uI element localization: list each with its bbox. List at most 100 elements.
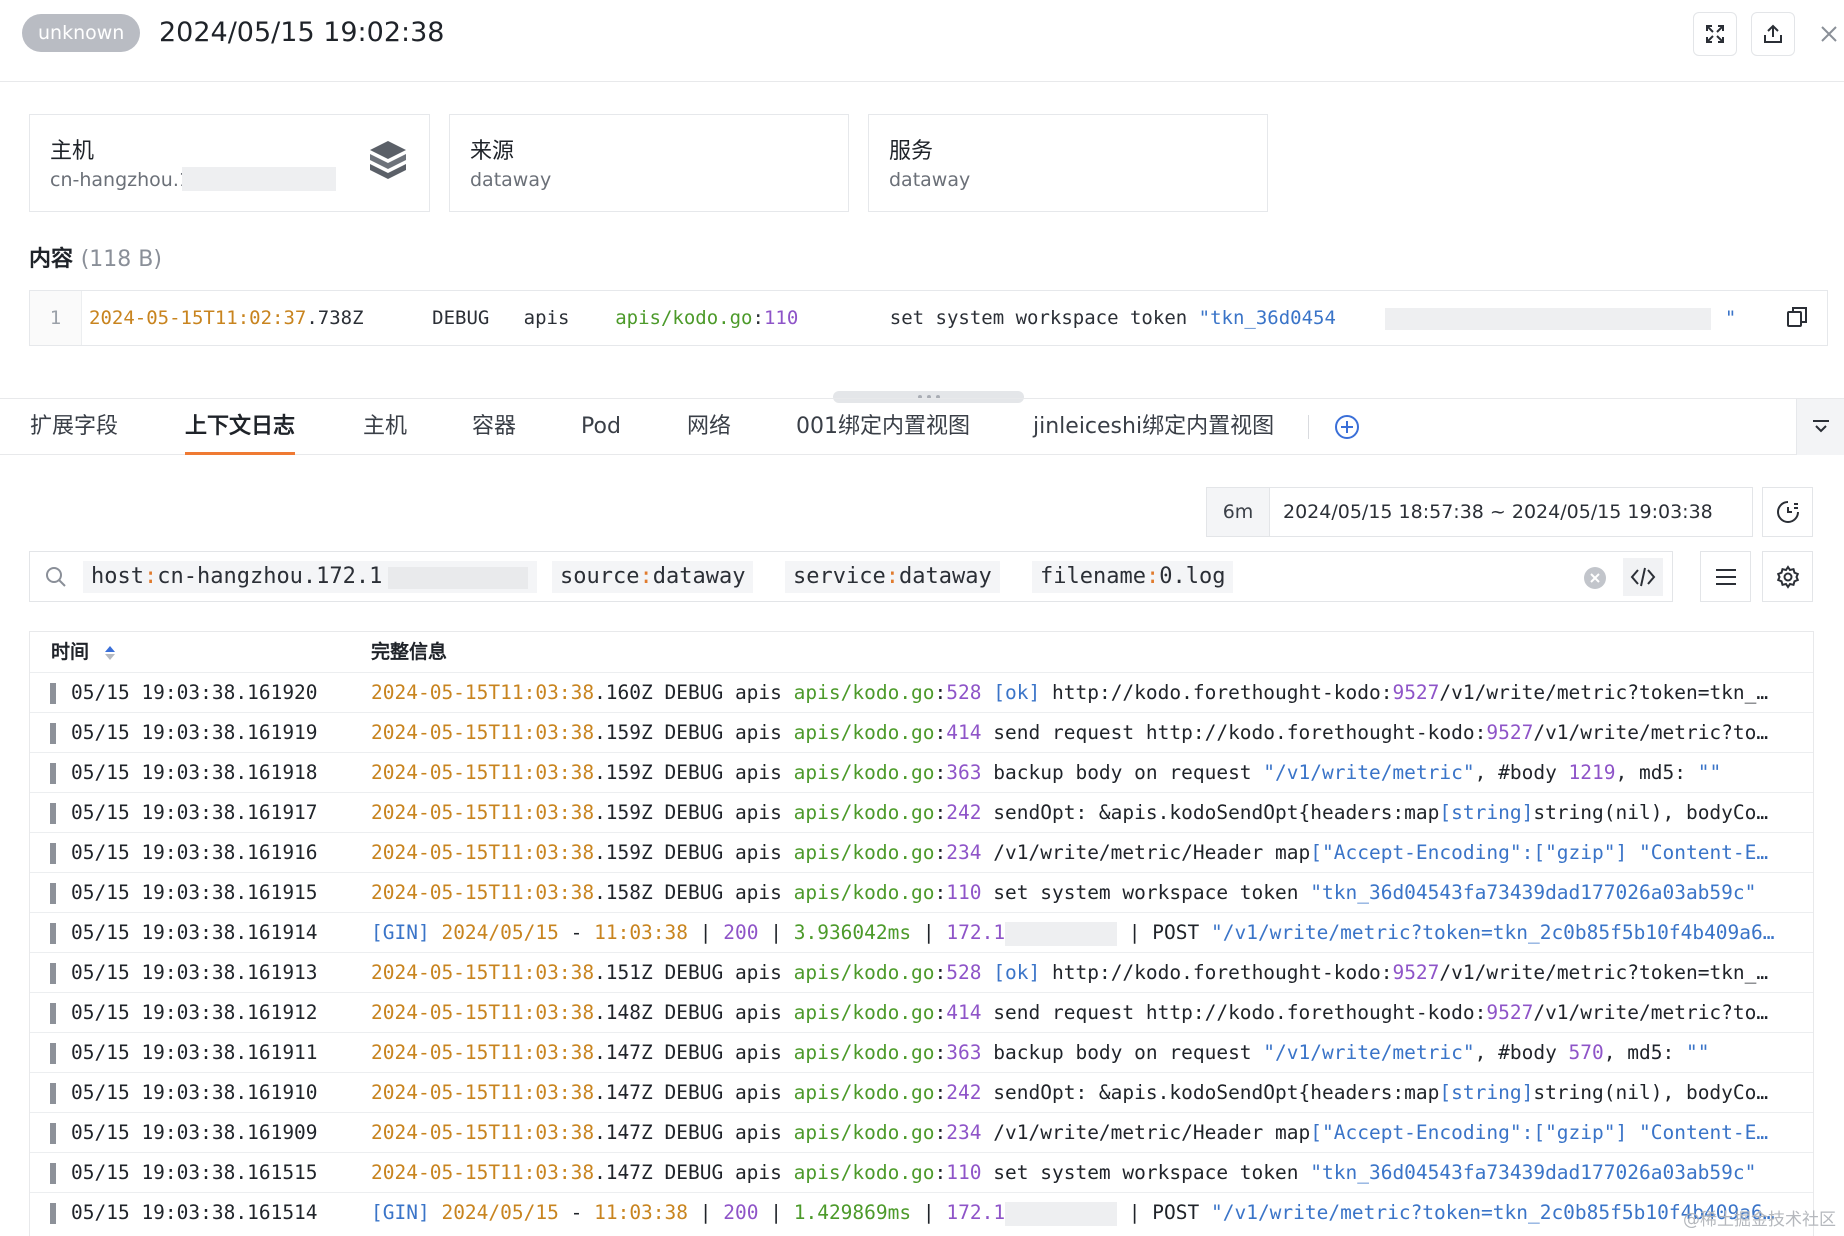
search-bar[interactable]: host:cn-hangzhou.172.1 source:dataway se… (29, 551, 1673, 602)
tab-container[interactable]: 容器 (472, 399, 516, 455)
message-segment: 9527 (1392, 681, 1440, 704)
message-segment: : (934, 881, 947, 904)
watermark: @稀土掘金技术社区 (1683, 1210, 1836, 1230)
message-segment: 570 (1568, 1041, 1604, 1064)
message-segment: 200 (723, 1201, 759, 1224)
table-row[interactable]: 05/15 19:03:38.161911 2024-05-15T11:03:38… (30, 1032, 1813, 1072)
expand-icon (1706, 25, 1724, 43)
message-segment: | (911, 1201, 947, 1224)
message-segment: 528 (946, 681, 982, 704)
table-row[interactable]: 05/15 19:03:38.161913 2024-05-15T11:03:38… (30, 952, 1813, 992)
time-range-short[interactable]: 6m (1207, 488, 1270, 536)
content-title: 内容 (29, 247, 74, 272)
message-segment: string(nil), bodyCo… (1533, 801, 1769, 824)
message-segment: apis/kodo.go (793, 761, 935, 784)
cube-stack-icon (370, 141, 406, 179)
tab-001-view[interactable]: 001绑定内置视图 (796, 399, 970, 455)
tab-jinleiceshi-view[interactable]: jinleiceshi绑定内置视图 (1033, 399, 1274, 455)
message-segment: apis/kodo.go (793, 801, 935, 824)
message-segment: .147Z DEBUG apis (594, 1121, 794, 1144)
message-segment: 2024-05-15T11:03:38 (371, 761, 595, 784)
table-row[interactable]: 05/15 19:03:38.161918 2024-05-15T11:03:38… (30, 752, 1813, 792)
message-segment: http://kodo.forethought-kodo: (1040, 681, 1393, 704)
row-status-marker (50, 683, 56, 704)
table-row[interactable]: 05/15 19:03:38.161917 2024-05-15T11:03:38… (30, 792, 1813, 832)
message-segment: 2024-05-15T11:03:38 (371, 1161, 595, 1184)
message-segment: /v1/write/metric/Header map (981, 841, 1311, 864)
list-view-button[interactable] (1700, 551, 1751, 602)
content-segment: 110 (763, 307, 799, 329)
row-time: 05/15 19:03:38.161917 (71, 801, 318, 824)
tab-collapse-button[interactable] (1796, 399, 1844, 455)
code-mode-button[interactable] (1623, 558, 1663, 596)
message-segment: .148Z DEBUG apis (594, 1001, 794, 1024)
row-message: 2024-05-15T11:03:38.159Z DEBUG apis apis… (371, 753, 1783, 792)
time-range-text[interactable]: 2024/05/15 18:57:38 ~ 2024/05/15 19:03:3… (1283, 488, 1713, 536)
table-row[interactable]: 05/15 19:03:38.161920 2024-05-15T11:03:38… (30, 672, 1813, 712)
row-message: [GIN] 2024/05/15 - 11:03:38 | 200 | 1.42… (371, 1193, 1783, 1232)
close-button[interactable] (1814, 16, 1844, 52)
settings-button[interactable] (1762, 551, 1813, 602)
history-button[interactable] (1762, 487, 1813, 537)
table-row[interactable]: 05/15 19:03:38.161916 2024-05-15T11:03:38… (30, 832, 1813, 872)
clear-search-button[interactable] (1584, 567, 1606, 589)
log-timestamp: 2024/05/15 19:02:38 (159, 17, 445, 48)
filter-chip-service[interactable]: service:dataway (785, 561, 1000, 593)
table-row[interactable]: 05/15 19:03:38.161909 2024-05-15T11:03:38… (30, 1112, 1813, 1152)
plus-circle-icon[interactable] (1334, 414, 1360, 440)
table-row[interactable]: 05/15 19:03:38.161910 2024-05-15T11:03:38… (30, 1072, 1813, 1112)
message-segment: .159Z DEBUG apis (594, 761, 794, 784)
message-segment: ["Accept-Encoding":["gzip"] (1310, 1121, 1628, 1144)
column-header-time[interactable]: 时间 (51, 632, 116, 672)
message-segment: | (758, 1201, 794, 1224)
copy-icon[interactable] (1785, 305, 1809, 329)
row-status-marker (50, 723, 56, 744)
message-segment: 172.1 (946, 921, 1006, 944)
message-segment: set system workspace token (981, 1161, 1311, 1184)
message-segment: : (934, 1121, 947, 1144)
table-row[interactable]: 05/15 19:03:38.161914 [GIN] 2024/05/15 - … (30, 912, 1813, 952)
table-row[interactable]: 05/15 19:03:38.161912 2024-05-15T11:03:38… (30, 992, 1813, 1032)
message-segment: set system workspace token (981, 881, 1311, 904)
fullscreen-button[interactable] (1693, 12, 1737, 56)
row-message: 2024-05-15T11:03:38.159Z DEBUG apis apis… (371, 713, 1783, 752)
row-message: 2024-05-15T11:03:38.147Z DEBUG apis apis… (371, 1113, 1783, 1152)
tab-network[interactable]: 网络 (687, 399, 731, 455)
row-message: 2024-05-15T11:03:38.147Z DEBUG apis apis… (371, 1033, 1783, 1072)
message-segment: 2024-05-15T11:03:38 (371, 721, 595, 744)
table-row[interactable]: 05/15 19:03:38.161514 [GIN] 2024/05/15 - … (30, 1192, 1813, 1232)
table-row[interactable]: 05/15 19:03:38.161915 2024-05-15T11:03:38… (30, 872, 1813, 912)
sort-icon[interactable] (104, 644, 116, 662)
message-segment: | (688, 1201, 724, 1224)
table-row[interactable]: 05/15 19:03:38.161515 2024-05-15T11:03:38… (30, 1152, 1813, 1192)
filter-chip-source[interactable]: source:dataway (552, 561, 754, 593)
host-card-value: cn-hangzhou.1 (50, 169, 191, 191)
filter-chip-filename[interactable]: filename:0.log (1032, 561, 1234, 593)
content-segment: : (752, 307, 764, 329)
row-message: 2024-05-15T11:03:38.147Z DEBUG apis apis… (371, 1153, 1783, 1192)
tab-context-logs[interactable]: 上下文日志 (185, 399, 296, 455)
table-row[interactable]: 05/15 19:03:38.161919 2024-05-15T11:03:38… (30, 712, 1813, 752)
message-segment: string(nil), bodyCo… (1533, 1081, 1769, 1104)
time-range-picker[interactable]: 6m 2024/05/15 18:57:38 ~ 2024/05/15 19:0… (1206, 487, 1753, 537)
message-segment (430, 1201, 442, 1224)
clear-icon (1590, 573, 1600, 583)
message-segment (430, 921, 442, 944)
message-segment: .160Z DEBUG apis (594, 681, 794, 704)
message-segment: 2024/05/15 (441, 921, 559, 944)
tab-host[interactable]: 主机 (363, 399, 407, 455)
message-segment: 2024-05-15T11:03:38 (371, 1081, 595, 1104)
row-status-marker (50, 923, 56, 944)
message-segment: .151Z DEBUG apis (594, 961, 794, 984)
tab-pod[interactable]: Pod (581, 399, 621, 455)
row-status-marker (50, 1043, 56, 1064)
message-segment: [GIN] (371, 1201, 430, 1224)
message-segment: , md5: (1615, 761, 1698, 784)
message-segment: "Content-E… (1639, 1121, 1769, 1144)
row-time: 05/15 19:03:38.161916 (71, 841, 318, 864)
message-segment: apis/kodo.go (793, 1121, 935, 1144)
tab-extended-fields[interactable]: 扩展字段 (30, 399, 118, 455)
share-button[interactable] (1751, 12, 1795, 56)
message-segment: 11:03:38 (594, 1201, 689, 1224)
row-message: 2024-05-15T11:03:38.159Z DEBUG apis apis… (371, 833, 1783, 872)
